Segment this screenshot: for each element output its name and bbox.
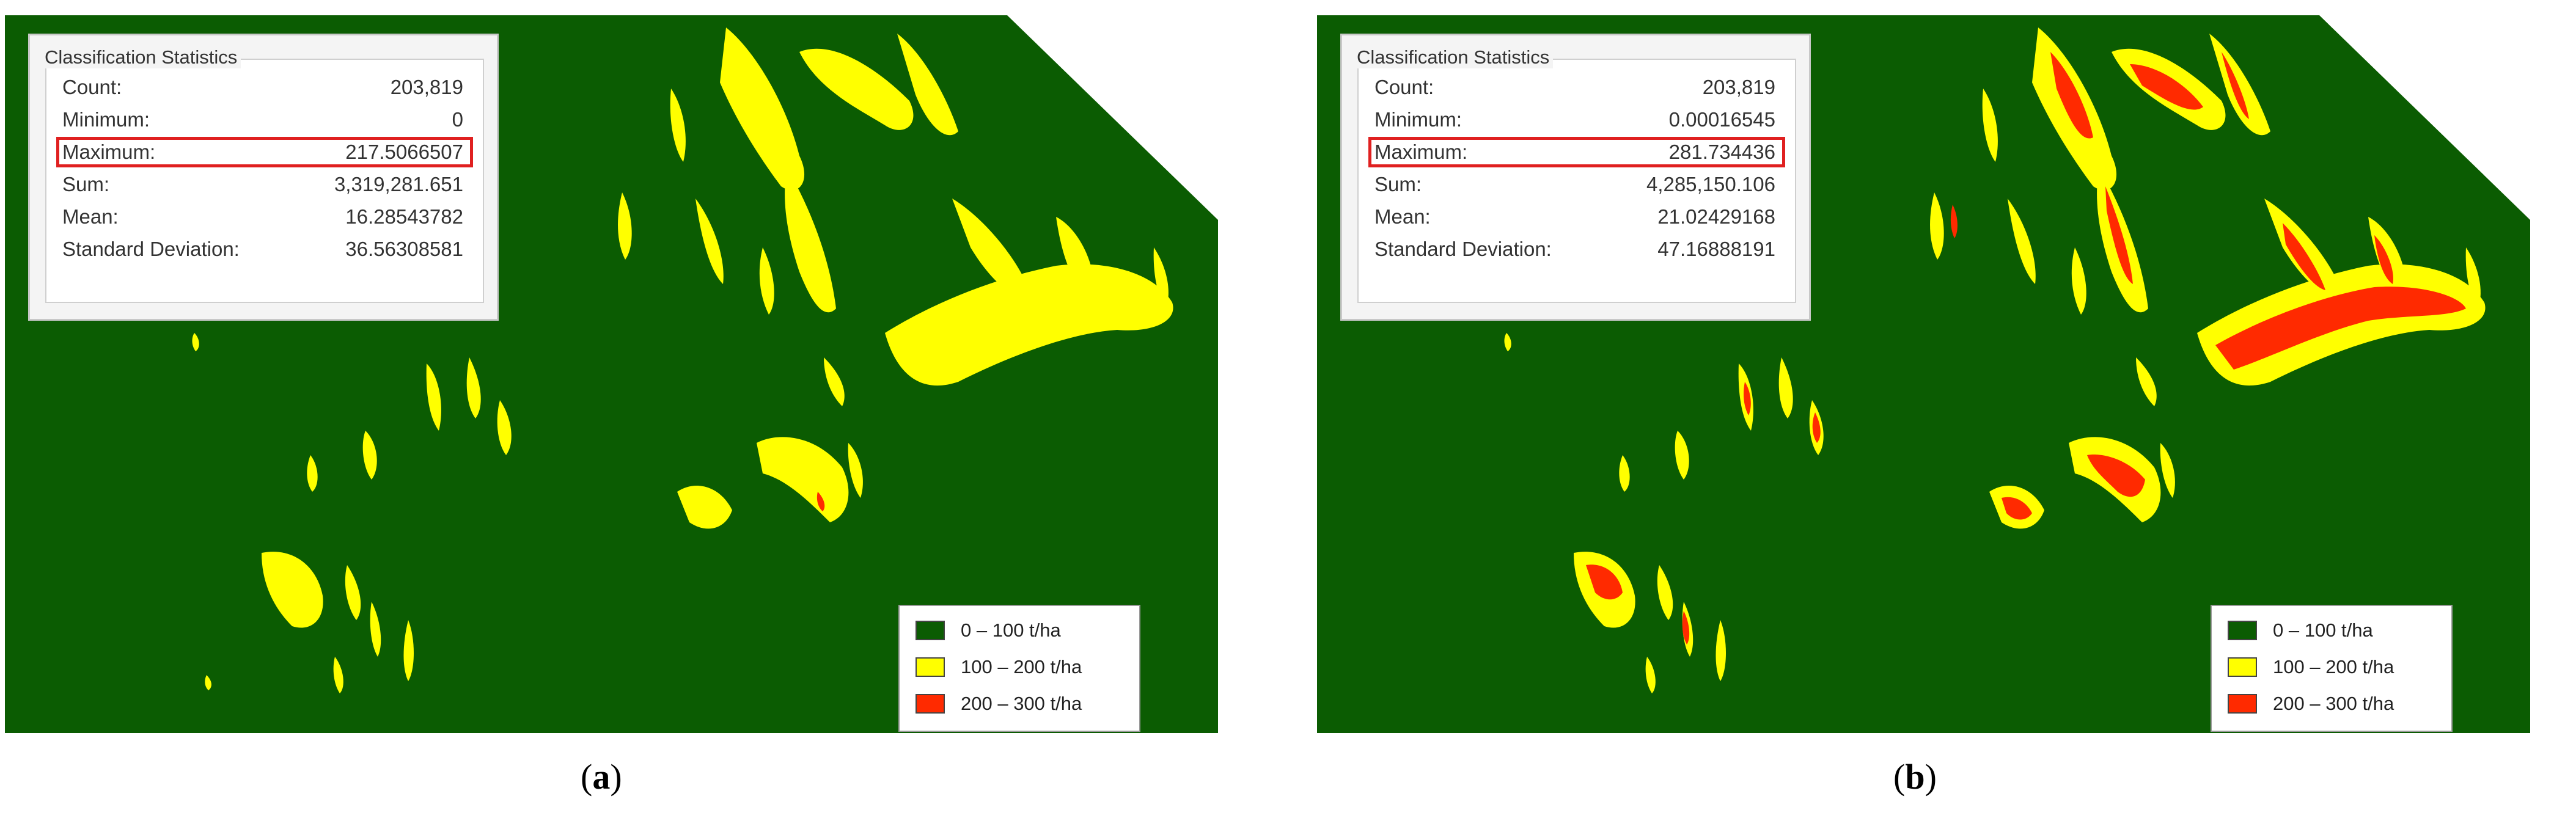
classification-statistics-window: Classification Statistics Count: 203,819… xyxy=(1340,34,1811,321)
stat-value: 36.56308581 xyxy=(345,238,463,260)
stat-value: 203,819 xyxy=(390,76,463,98)
stat-value: 47.16888191 xyxy=(1657,238,1775,260)
stat-label: Mean: xyxy=(1374,205,1431,228)
legend-label: 200 – 300 t/ha xyxy=(2273,693,2394,714)
caption-a: (a) xyxy=(581,757,622,797)
stat-sum: Sum: 4,285,150.106 xyxy=(1368,169,1785,200)
stat-count: Count: 203,819 xyxy=(56,72,473,103)
legend-label: 200 – 300 t/ha xyxy=(961,693,1082,714)
stat-value: 3,319,281.651 xyxy=(334,173,463,195)
stats-group: Count: 203,819 Minimum: 0.00016545 Maxim… xyxy=(1357,59,1796,303)
stat-label: Standard Deviation: xyxy=(62,238,240,260)
stat-label: Mean: xyxy=(62,205,119,228)
legend-label: 100 – 200 t/ha xyxy=(2273,656,2394,677)
stats-title: Classification Statistics xyxy=(41,46,241,68)
stat-standard-deviation: Standard Deviation: 36.56308581 xyxy=(56,234,473,265)
map-panel-a: Classification Statistics Count: 203,819… xyxy=(5,15,1252,733)
stats-title: Classification Statistics xyxy=(1353,46,1554,68)
stat-count: Count: 203,819 xyxy=(1368,72,1785,103)
legend-label: 100 – 200 t/ha xyxy=(961,656,1082,677)
stat-label: Minimum: xyxy=(1374,108,1462,131)
stat-label: Maximum: xyxy=(62,141,156,163)
legend-label: 0 – 100 t/ha xyxy=(2273,619,2373,641)
stat-label: Maximum: xyxy=(1374,141,1468,163)
legend-swatch xyxy=(2228,621,2257,640)
stat-label: Sum: xyxy=(1374,173,1422,195)
stat-value: 16.28543782 xyxy=(345,205,463,228)
stat-maximum-highlighted: Maximum: 281.734436 xyxy=(1368,137,1785,167)
stat-label: Standard Deviation: xyxy=(1374,238,1552,260)
stat-mean: Mean: 21.02429168 xyxy=(1368,202,1785,232)
legend-swatch xyxy=(2228,694,2257,714)
classification-statistics-window: Classification Statistics Count: 203,819… xyxy=(28,34,499,321)
map-legend: 0 – 100 t/ha 100 – 200 t/ha 200 – 300 t/… xyxy=(898,605,1140,732)
stat-standard-deviation: Standard Deviation: 47.16888191 xyxy=(1368,234,1785,265)
stat-minimum: Minimum: 0 xyxy=(56,104,473,135)
stat-label: Sum: xyxy=(62,173,110,195)
stats-group: Count: 203,819 Minimum: 0 Maximum: 217.5… xyxy=(45,59,484,303)
stat-value: 0.00016545 xyxy=(1668,108,1775,131)
caption-b: (b) xyxy=(1893,757,1937,797)
stat-label: Minimum: xyxy=(62,108,150,131)
legend-swatch xyxy=(916,657,945,677)
legend-label: 0 – 100 t/ha xyxy=(961,619,1061,641)
stat-minimum: Minimum: 0.00016545 xyxy=(1368,104,1785,135)
stat-value: 0 xyxy=(452,108,463,131)
stat-label: Count: xyxy=(62,76,122,98)
stat-maximum-highlighted: Maximum: 217.5066507 xyxy=(56,137,473,167)
stat-value: 203,819 xyxy=(1702,76,1775,98)
stat-sum: Sum: 3,319,281.651 xyxy=(56,169,473,200)
stat-value: 281.734436 xyxy=(1668,141,1775,163)
legend-swatch xyxy=(916,694,945,714)
stat-value: 21.02429168 xyxy=(1657,205,1775,228)
legend-swatch xyxy=(916,621,945,640)
map-legend: 0 – 100 t/ha 100 – 200 t/ha 200 – 300 t/… xyxy=(2211,605,2453,732)
stat-label: Count: xyxy=(1374,76,1434,98)
map-panel-b: Classification Statistics Count: 203,819… xyxy=(1317,15,2564,733)
legend-swatch xyxy=(2228,657,2257,677)
stat-value: 217.5066507 xyxy=(345,141,463,163)
stat-mean: Mean: 16.28543782 xyxy=(56,202,473,232)
stat-value: 4,285,150.106 xyxy=(1646,173,1775,195)
